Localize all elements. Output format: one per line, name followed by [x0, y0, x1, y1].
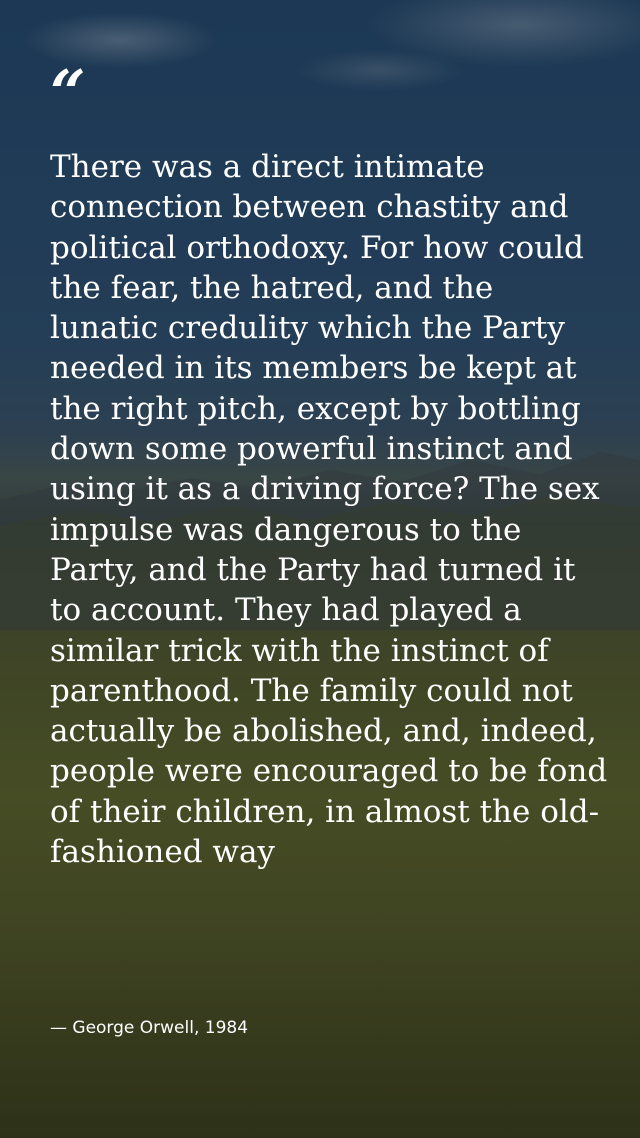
quote-text: There was a direct intimate connection b…: [50, 149, 608, 871]
quote-mark-icon: “: [50, 56, 86, 129]
quote-attribution: — George Orwell, 1984: [50, 1018, 249, 1038]
